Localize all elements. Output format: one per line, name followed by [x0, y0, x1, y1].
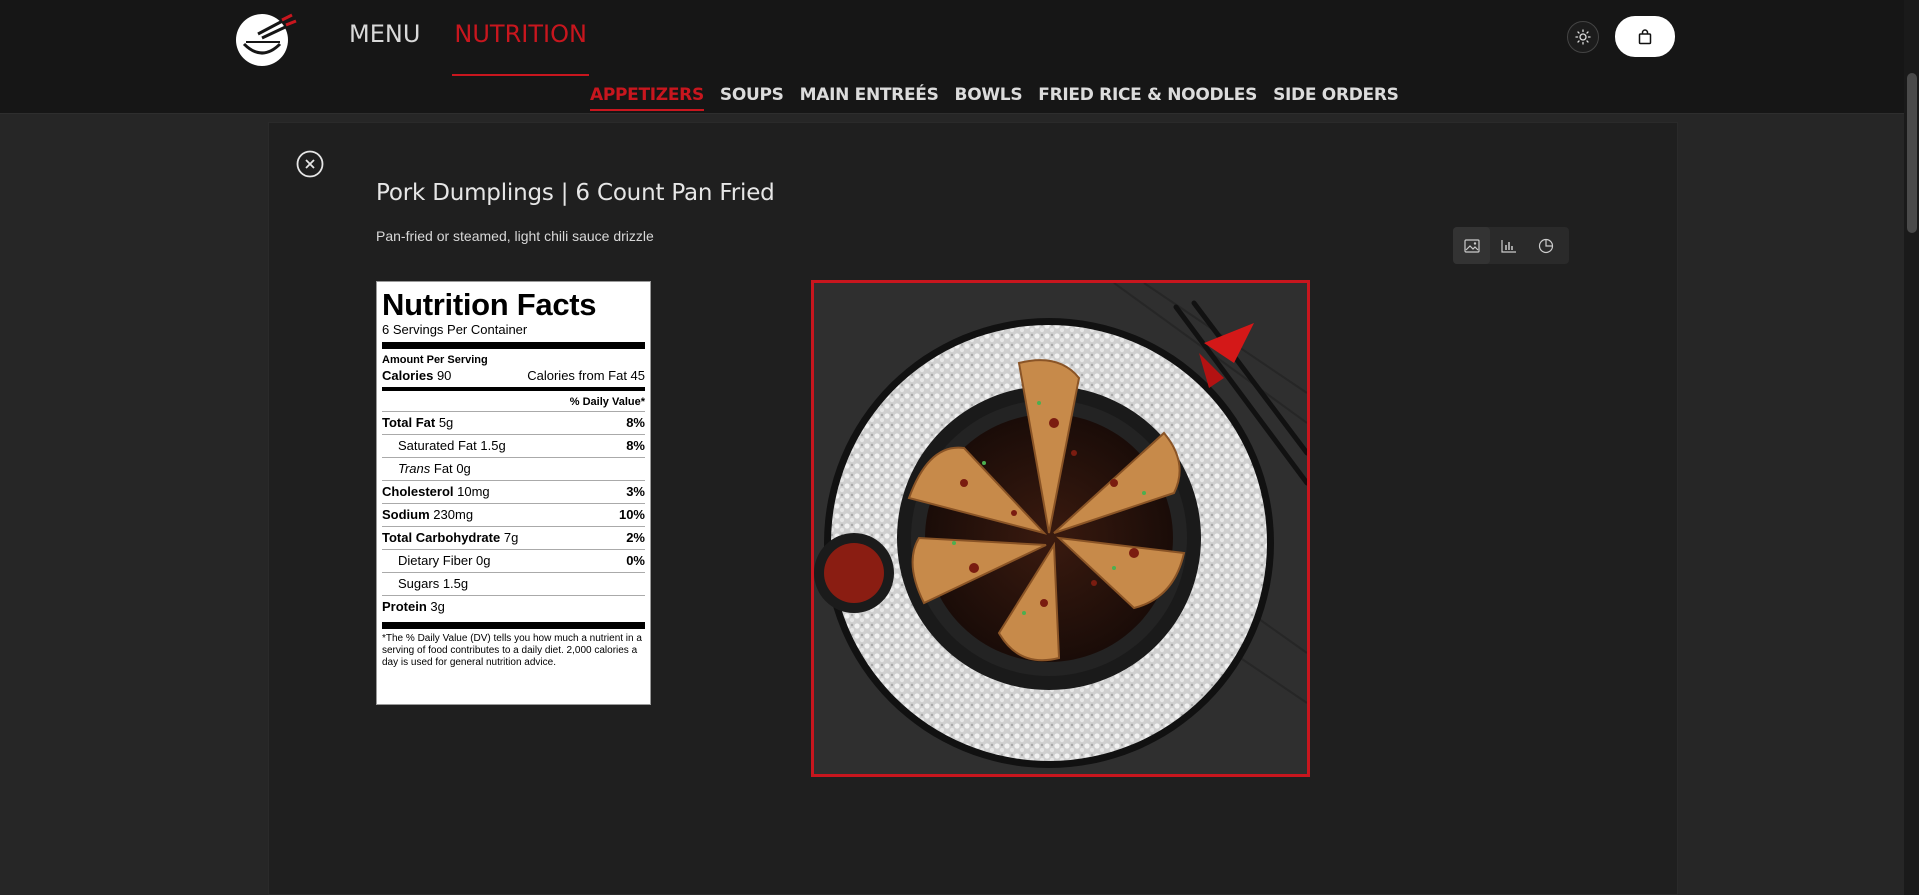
daily-value-footnote: *The % Daily Value (DV) tells you how mu… [382, 633, 642, 668]
site-header: MENU NUTRITION APPETIZERS SOUPS MAIN ENT… [0, 0, 1919, 114]
nutrient-row: Trans Fat 0g [382, 457, 645, 480]
shopping-bag-icon [1638, 28, 1652, 44]
view-toggle [1453, 227, 1569, 264]
nutrient-row: Total Fat 5g 8% [382, 411, 645, 434]
pie-chart-icon [1538, 238, 1553, 253]
nutrient-label: Sodium [382, 507, 430, 522]
nutrient-amount: 1.5g [442, 576, 469, 591]
main-nav: MENU NUTRITION [349, 20, 589, 76]
nutrient-label-rest: Fat [433, 461, 453, 476]
nutrient-amount: 5g [438, 415, 454, 430]
nutrient-pct: 2% [626, 530, 645, 545]
nutrient-row: Sodium 230mg 10% [382, 503, 645, 526]
calories-label: Calories [382, 368, 434, 383]
tab-appetizers[interactable]: APPETIZERS [590, 85, 704, 111]
view-bar-chart-button[interactable] [1490, 227, 1527, 264]
nutrient-label: Sugars [398, 576, 440, 591]
calories-row: Calories 90 Calories from Fat 45 [382, 367, 645, 385]
servings-per-container: 6 Servings Per Container [382, 322, 528, 337]
nav-menu[interactable]: MENU [349, 20, 420, 76]
tab-main-entrees[interactable]: MAIN ENTREÉS [800, 85, 939, 111]
nutrient-amount: 7g [503, 530, 519, 545]
nutrient-row: Sugars 1.5g [382, 572, 645, 595]
item-title: Pork Dumplings | 6 Count Pan Fried [376, 180, 775, 206]
tab-bowls[interactable]: BOWLS [955, 85, 1023, 111]
view-pie-chart-button[interactable] [1527, 227, 1564, 264]
nutrient-row: Dietary Fiber 0g 0% [382, 549, 645, 572]
nutrient-row: Saturated Fat 1.5g 8% [382, 434, 645, 457]
image-icon [1463, 238, 1480, 253]
nutrient-pct: 3% [626, 484, 645, 499]
daily-value-header: % Daily Value* [569, 396, 645, 408]
nutrient-label: Protein [382, 599, 427, 614]
calories-from-fat: Calories from Fat 45 [527, 368, 645, 383]
nutrient-label: Saturated Fat [398, 438, 477, 453]
bar-chart-icon [1500, 239, 1516, 253]
nutrition-facts-label: Nutrition Facts 6 Servings Per Container… [376, 281, 651, 705]
nutrient-amount: 230mg [433, 507, 474, 522]
nutrient-amount: 10mg [457, 484, 490, 499]
nutrient-pct: 10% [618, 507, 645, 522]
nutrition-title: Nutrition Facts [382, 287, 597, 322]
close-button[interactable] [296, 150, 324, 178]
food-photo [811, 280, 1310, 777]
divider [382, 387, 645, 391]
calories: Calories 90 [382, 367, 451, 385]
tab-soups[interactable]: SOUPS [720, 85, 784, 111]
amount-per-serving: Amount Per Serving [382, 354, 488, 366]
calories-value: 90 [436, 368, 452, 383]
nutrient-amount: 0g [456, 461, 471, 476]
divider [382, 622, 645, 629]
nutrient-label: Cholesterol [382, 484, 454, 499]
nutrient-pct: 8% [626, 415, 645, 430]
nutrient-label: Total Carbohydrate [382, 530, 501, 545]
nutrient-pct: 8% [626, 438, 645, 453]
category-nav: APPETIZERS SOUPS MAIN ENTREÉS BOWLS FRIE… [590, 85, 1399, 111]
item-description: Pan-fried or steamed, light chili sauce … [376, 228, 654, 244]
close-icon [296, 150, 324, 178]
nutrient-amount: 0g [476, 553, 491, 568]
theme-toggle-button[interactable] [1567, 21, 1599, 53]
sun-icon [1575, 29, 1591, 45]
nav-nutrition[interactable]: NUTRITION [452, 20, 589, 76]
nutrient-label: Trans [398, 461, 431, 476]
nutrient-amount: 1.5g [480, 438, 506, 453]
cart-button[interactable] [1615, 16, 1675, 57]
nutrient-label: Total Fat [382, 415, 436, 430]
nutrient-row: Cholesterol 10mg 3% [382, 480, 645, 503]
tab-fried-rice-noodles[interactable]: FRIED RICE & NOODLES [1038, 85, 1257, 111]
view-image-button[interactable] [1453, 227, 1490, 264]
tab-side-orders[interactable]: SIDE ORDERS [1273, 85, 1399, 111]
scrollbar-thumb[interactable] [1907, 73, 1917, 233]
divider [382, 342, 645, 349]
nutrient-pct: 0% [626, 553, 645, 568]
nutrient-amount: 3g [430, 599, 445, 614]
nutrient-label: Dietary Fiber [398, 553, 473, 568]
brand-logo[interactable] [232, 6, 300, 68]
nutrient-row: Total Carbohydrate 7g 2% [382, 526, 645, 549]
nutrient-row: Protein 3g [382, 595, 645, 618]
